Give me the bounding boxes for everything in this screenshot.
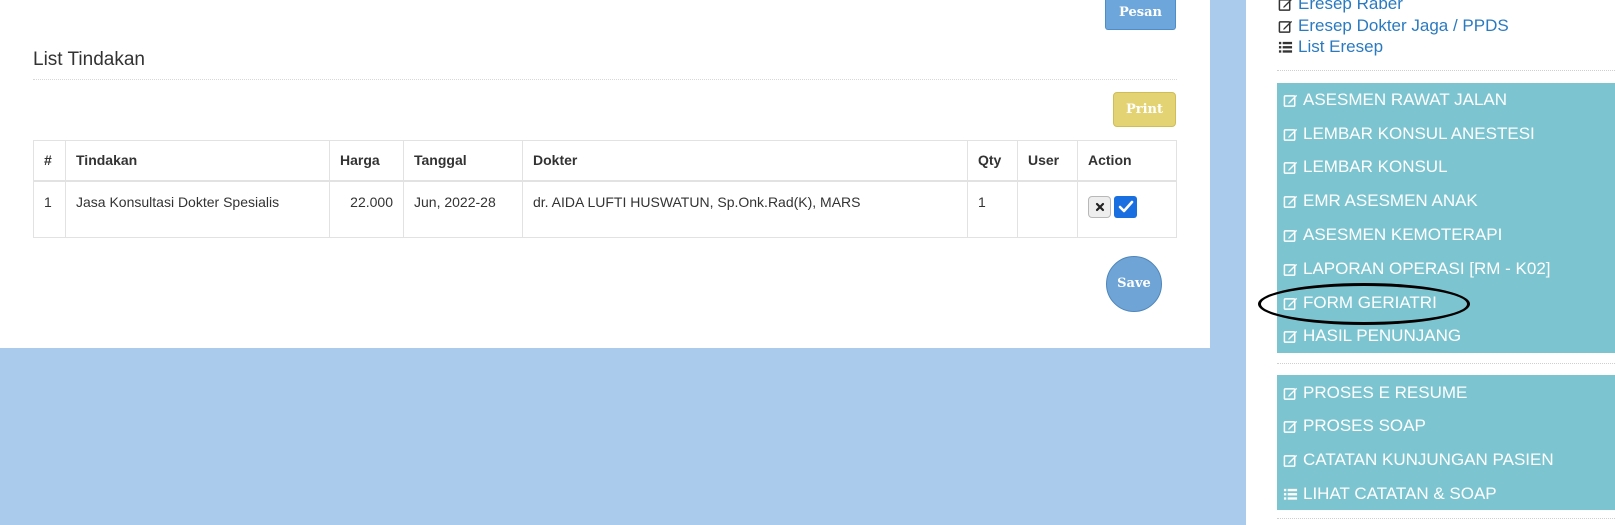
menu-label: LAPORAN OPERASI [RM - K02] <box>1303 259 1551 278</box>
col-header-qty: Qty <box>967 140 1018 182</box>
link-eresep-raber[interactable]: Eresep Raber <box>1277 0 1403 14</box>
menu-label: HASIL PENUNJANG <box>1303 326 1462 345</box>
divider <box>33 79 1177 80</box>
col-header-number: # <box>33 140 66 182</box>
divider <box>1277 70 1615 71</box>
edit-icon <box>1282 418 1298 434</box>
action-group <box>1088 195 1166 218</box>
select-checkbox[interactable] <box>1114 195 1137 218</box>
divider <box>1277 518 1615 519</box>
link-label: Eresep Raber <box>1298 0 1403 13</box>
menu-label: EMR ASESMEN ANAK <box>1303 191 1478 210</box>
divider <box>1277 363 1615 364</box>
cell-action <box>1077 180 1177 238</box>
print-button[interactable]: Print <box>1113 92 1176 127</box>
col-header-harga: Harga <box>329 140 404 182</box>
checkmark-icon <box>1118 200 1133 212</box>
menu-lembar-konsul-anestesi[interactable]: LEMBAR KONSUL ANESTESI <box>1282 124 1535 144</box>
menu-label: LIHAT CATATAN & SOAP <box>1303 484 1497 503</box>
col-header-user: User <box>1017 140 1078 182</box>
tindakan-table: # Tindakan Harga Tanggal Dokter Qty User… <box>33 140 1177 238</box>
cell-qty: 1 <box>967 180 1018 238</box>
edit-icon <box>1277 18 1293 34</box>
cell-user <box>1017 180 1078 238</box>
menu-label: PROSES SOAP <box>1303 416 1426 435</box>
edit-icon <box>1282 92 1298 108</box>
col-header-tindakan: Tindakan <box>65 140 330 182</box>
cell-tanggal: Jun, 2022-28 <box>403 180 523 238</box>
menu-laporan-operasi[interactable]: LAPORAN OPERASI [RM - K02] <box>1282 259 1551 279</box>
list-icon <box>1277 39 1293 55</box>
link-label: Eresep Dokter Jaga / PPDS <box>1298 16 1509 35</box>
cell-tindakan: Jasa Konsultasi Dokter Spesialis <box>65 180 330 238</box>
pesan-button[interactable]: Pesan <box>1105 0 1176 30</box>
edit-icon <box>1282 452 1298 468</box>
edit-icon <box>1282 193 1298 209</box>
menu-asesmen-kemoterapi[interactable]: ASESMEN KEMOTERAPI <box>1282 225 1502 245</box>
menu-label: CATATAN KUNJUNGAN PASIEN <box>1303 450 1554 469</box>
table-header-row: # Tindakan Harga Tanggal Dokter Qty User… <box>33 140 1177 182</box>
menu-label: LEMBAR KONSUL ANESTESI <box>1303 124 1535 143</box>
edit-icon <box>1282 227 1298 243</box>
save-button[interactable]: Save <box>1106 256 1162 312</box>
edit-icon <box>1282 159 1298 175</box>
section-title: List Tindakan <box>33 49 145 70</box>
menu-catatan-kunjungan-pasien[interactable]: CATATAN KUNJUNGAN PASIEN <box>1282 450 1554 470</box>
cell-dokter: dr. AIDA LUFTI HUSWATUN, Sp.Onk.Rad(K), … <box>522 180 968 238</box>
menu-proses-soap[interactable]: PROSES SOAP <box>1282 416 1426 436</box>
menu-emr-asesmen-anak[interactable]: EMR ASESMEN ANAK <box>1282 191 1478 211</box>
cell-harga: 22.000 <box>329 180 404 238</box>
edit-icon <box>1282 385 1298 401</box>
col-header-tanggal: Tanggal <box>403 140 523 182</box>
edit-icon <box>1282 261 1298 277</box>
col-header-dokter: Dokter <box>522 140 968 182</box>
highlight-annotation <box>1258 283 1470 325</box>
menu-lihat-catatan-soap[interactable]: LIHAT CATATAN & SOAP <box>1282 484 1497 504</box>
menu-lembar-konsul[interactable]: LEMBAR KONSUL <box>1282 157 1448 177</box>
close-icon <box>1095 202 1104 211</box>
edit-icon <box>1282 328 1298 344</box>
menu-label: ASESMEN KEMOTERAPI <box>1303 225 1503 244</box>
menu-asesmen-rawat-jalan[interactable]: ASESMEN RAWAT JALAN <box>1282 90 1507 110</box>
delete-button[interactable] <box>1088 195 1111 218</box>
link-label: List Eresep <box>1298 37 1384 56</box>
edit-icon <box>1277 0 1293 12</box>
menu-hasil-penunjang[interactable]: HASIL PENUNJANG <box>1282 326 1461 346</box>
list-icon <box>1282 486 1298 502</box>
menu-label: ASESMEN RAWAT JALAN <box>1303 90 1508 109</box>
col-header-action: Action <box>1077 140 1177 182</box>
link-eresep-dokter-jaga[interactable]: Eresep Dokter Jaga / PPDS <box>1277 16 1509 36</box>
cell-number: 1 <box>33 180 66 238</box>
edit-icon <box>1282 126 1298 142</box>
table-row: 1 Jasa Konsultasi Dokter Spesialis 22.00… <box>33 180 1177 238</box>
menu-proses-e-resume[interactable]: PROSES E RESUME <box>1282 383 1467 403</box>
menu-label: PROSES E RESUME <box>1303 383 1468 402</box>
menu-label: LEMBAR KONSUL <box>1303 157 1448 176</box>
link-list-eresep[interactable]: List Eresep <box>1277 37 1383 57</box>
